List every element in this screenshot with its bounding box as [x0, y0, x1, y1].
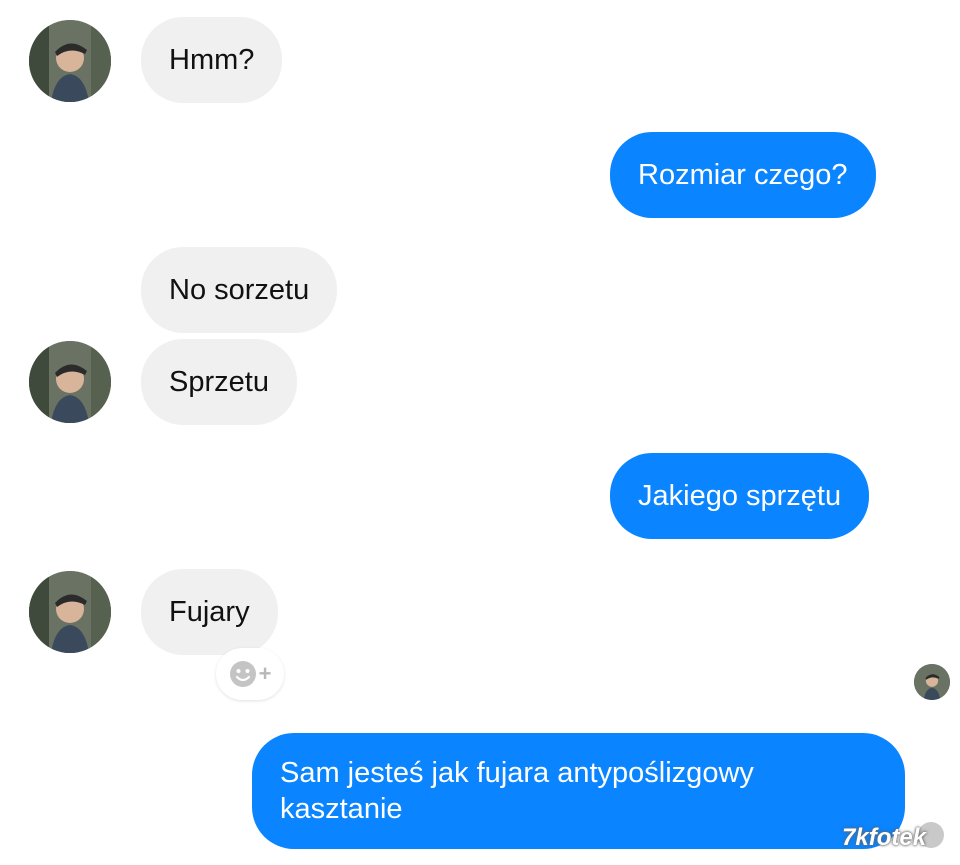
contact-avatar[interactable]	[29, 571, 111, 653]
watermark: 7kfotek	[842, 824, 927, 851]
outgoing-message: Sam jesteś jak fujara antypoślizgowy kas…	[252, 733, 905, 849]
plus-icon: +	[258, 661, 272, 686]
outgoing-message: Jakiego sprzętu	[610, 453, 870, 539]
message-text: Jakiego sprzętu	[638, 480, 842, 512]
incoming-message: Fujary	[141, 569, 278, 655]
person-photo-icon	[29, 571, 111, 653]
add-reaction-button[interactable]: +	[216, 648, 284, 700]
outgoing-message: Rozmiar czego?	[610, 132, 876, 218]
person-photo-icon	[914, 664, 950, 700]
message-text: Fujary	[169, 596, 250, 628]
smiley-icon	[229, 661, 256, 687]
incoming-message: No sorzetu	[141, 247, 338, 333]
incoming-message: Hmm?	[141, 17, 283, 103]
incoming-message: Sprzetu	[141, 339, 297, 425]
message-text-line: Sam jesteś jak fujara antypoślizgowy	[280, 757, 754, 789]
seen-avatar	[914, 664, 950, 700]
message-text: Rozmiar czego?	[638, 159, 848, 191]
message-text: No sorzetu	[169, 274, 310, 306]
contact-avatar[interactable]	[29, 341, 111, 423]
message-text: Hmm?	[169, 44, 255, 76]
message-text-line: kasztanie	[280, 793, 403, 825]
message-text: Sprzetu	[169, 366, 269, 398]
contact-avatar[interactable]	[29, 20, 111, 102]
person-photo-icon	[29, 341, 111, 423]
person-photo-icon	[29, 20, 111, 102]
